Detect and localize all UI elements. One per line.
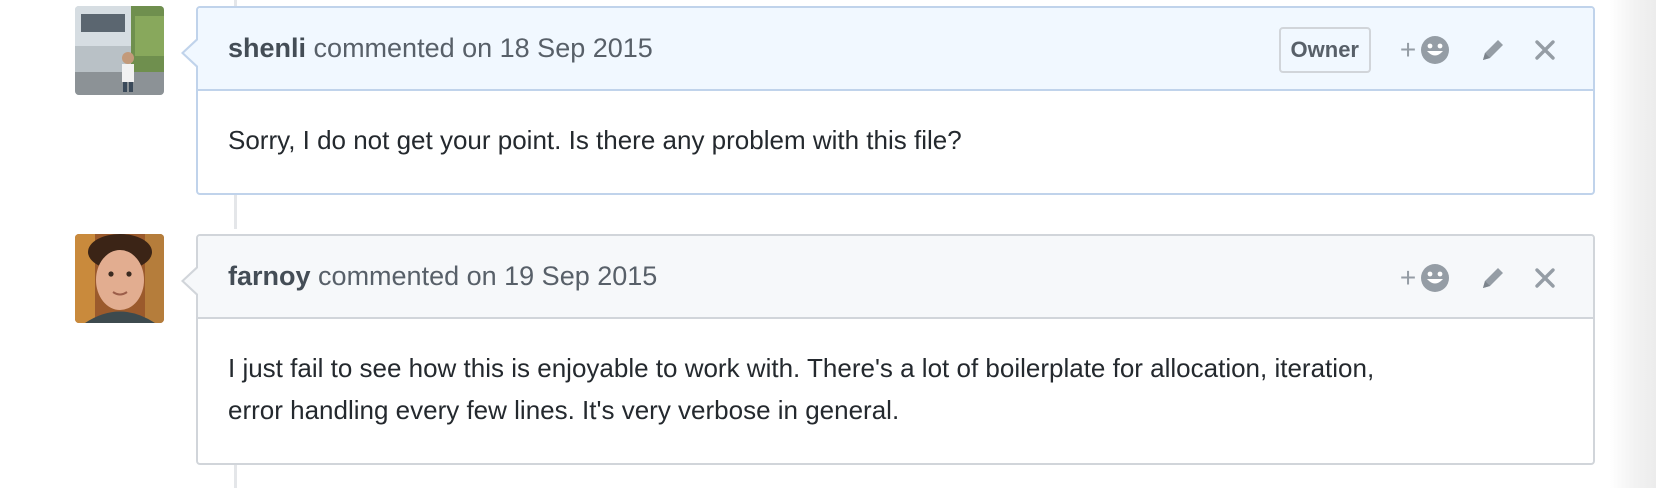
author-link[interactable]: farnoy xyxy=(228,261,311,291)
comment-body: Sorry, I do not get your point. Is there… xyxy=(198,91,1593,161)
edit-comment-button[interactable] xyxy=(1477,30,1509,70)
add-reaction-button[interactable]: + xyxy=(1399,258,1453,298)
timeline-line xyxy=(234,195,237,229)
comment-body: I just fail to see how this is enjoyable… xyxy=(198,319,1593,431)
smiley-icon xyxy=(1421,263,1450,292)
plus-icon: + xyxy=(1399,33,1417,65)
delete-comment-button[interactable] xyxy=(1531,30,1559,70)
window-edge-shadow xyxy=(1610,0,1656,488)
avatar[interactable] xyxy=(75,234,164,323)
add-reaction-button[interactable]: + xyxy=(1399,30,1453,70)
delete-comment-button[interactable] xyxy=(1531,258,1559,298)
edit-comment-button[interactable] xyxy=(1477,258,1509,298)
avatar[interactable] xyxy=(75,6,164,95)
comment-text-line: I just fail to see how this is enjoyable… xyxy=(228,353,1375,383)
pencil-icon xyxy=(1483,267,1503,288)
comment-pointer xyxy=(181,38,198,68)
close-icon xyxy=(1535,267,1555,288)
comment-header: farnoy commented on 19 Sep 2015 + xyxy=(181,236,1593,319)
comment-card: shenli commented on 18 Sep 2015 Owner + xyxy=(181,6,1595,195)
pencil-icon xyxy=(1483,39,1503,60)
comment-header: shenli commented on 18 Sep 2015 Owner + xyxy=(181,8,1593,91)
plus-icon: + xyxy=(1399,261,1417,293)
comment-meta: shenli commented on 18 Sep 2015 xyxy=(228,33,653,64)
comment-text-line: error handling every few lines. It's ver… xyxy=(228,395,900,425)
comment-meta: farnoy commented on 19 Sep 2015 xyxy=(228,261,657,292)
author-link[interactable]: shenli xyxy=(228,33,306,63)
smiley-icon xyxy=(1421,35,1450,64)
comment-date[interactable]: commented on 18 Sep 2015 xyxy=(314,33,653,63)
avatar-photo xyxy=(75,6,164,95)
comment-card: farnoy commented on 19 Sep 2015 + I just… xyxy=(181,234,1595,465)
owner-badge: Owner xyxy=(1278,26,1371,73)
avatar-photo xyxy=(75,234,164,323)
comment-actions: Owner + xyxy=(1278,8,1559,91)
comment-pointer xyxy=(181,266,198,296)
close-icon xyxy=(1535,39,1555,60)
comment-date[interactable]: commented on 19 Sep 2015 xyxy=(318,261,657,291)
comment-text-line: Sorry, I do not get your point. Is there… xyxy=(228,125,962,155)
comment-actions: + xyxy=(1399,236,1559,319)
timeline-line xyxy=(234,465,237,488)
